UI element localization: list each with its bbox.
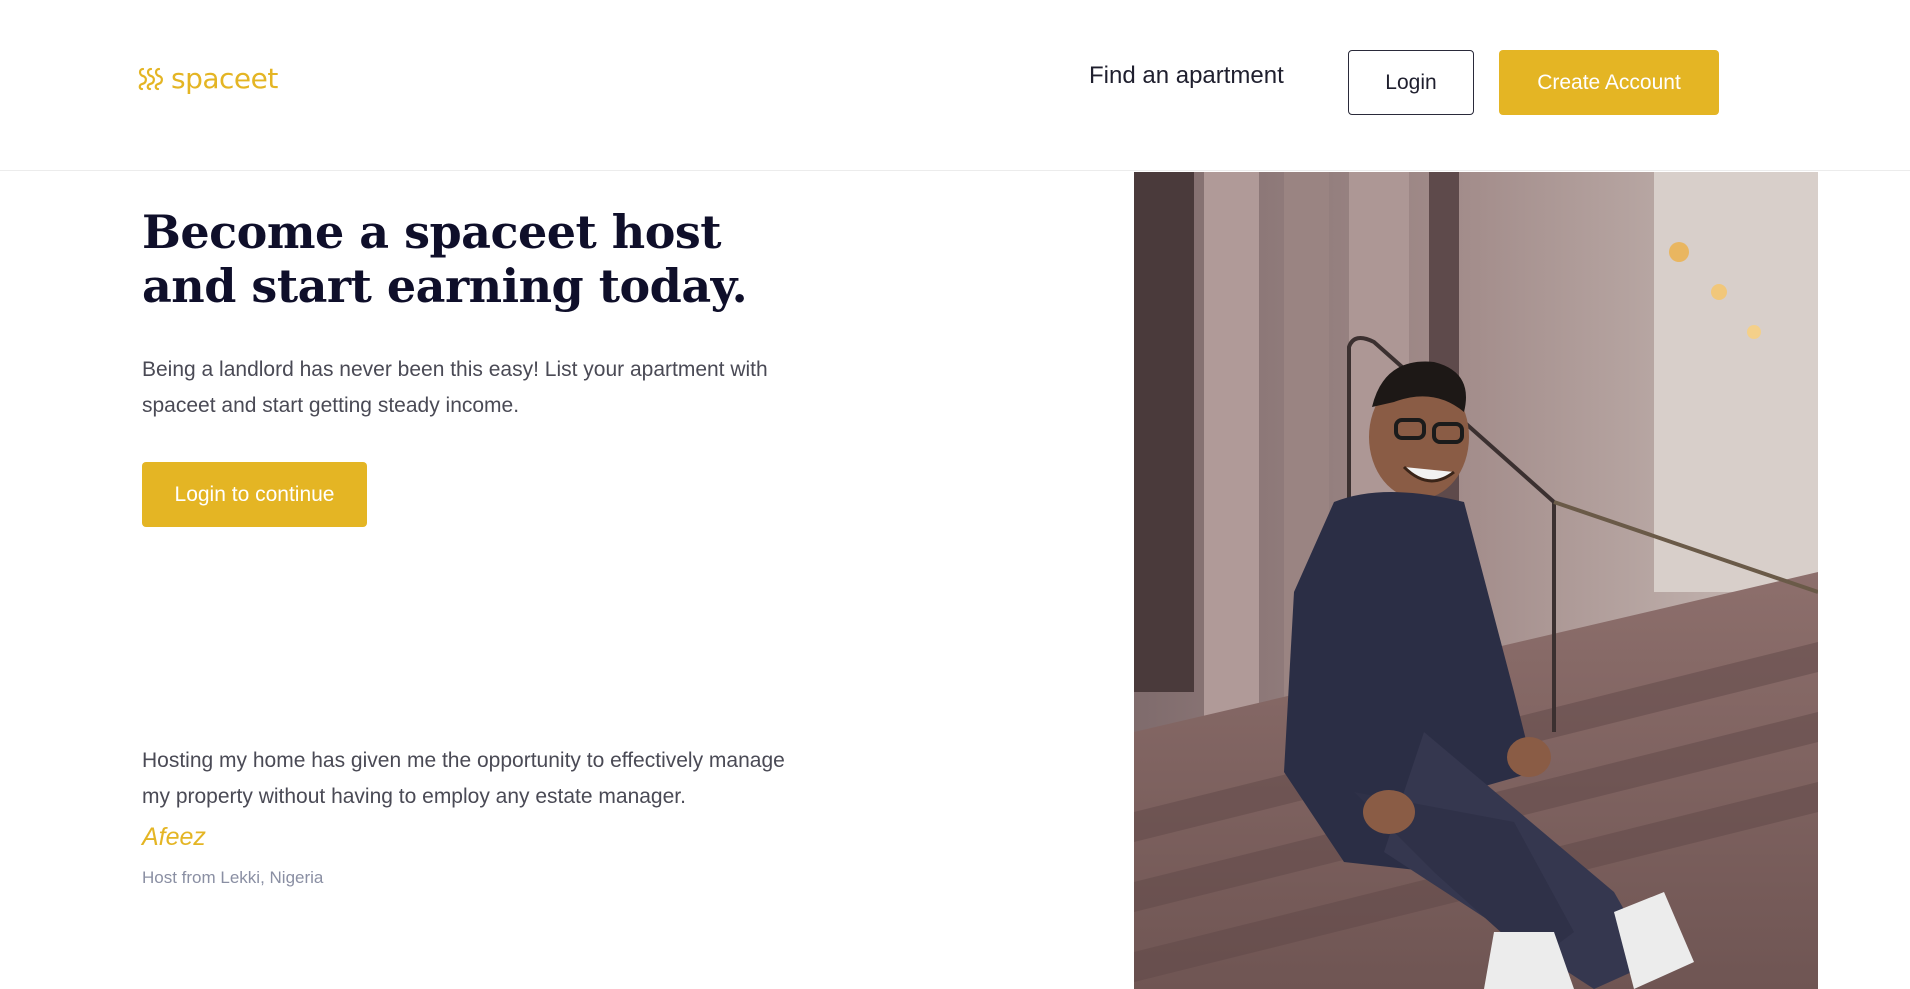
hero-title: Become a spaceet host and start earning … (142, 205, 748, 313)
hero-subtitle: Being a landlord has never been this eas… (142, 358, 768, 417)
create-account-button[interactable]: Create Account (1499, 50, 1719, 115)
testimonial-quote: Hosting my home has given me the opportu… (142, 749, 785, 808)
testimonial-location: Host from Lekki, Nigeria (142, 868, 324, 887)
page: spaceet Find an apartment Login Create A… (0, 0, 1910, 989)
login-button[interactable]: Login (1348, 50, 1474, 115)
logo-mark-icon (138, 67, 163, 91)
brand-name: spaceet (171, 62, 278, 95)
login-to-continue-button[interactable]: Login to continue (142, 462, 367, 527)
testimonial-author: Afeez (142, 823, 206, 851)
top-navbar: spaceet Find an apartment Login Create A… (0, 0, 1910, 171)
brand-logo[interactable]: spaceet (137, 62, 278, 96)
host-photo (1134, 172, 1818, 989)
host-photo-illustration (1134, 172, 1818, 989)
find-apartment-link[interactable]: Find an apartment (1089, 60, 1284, 92)
